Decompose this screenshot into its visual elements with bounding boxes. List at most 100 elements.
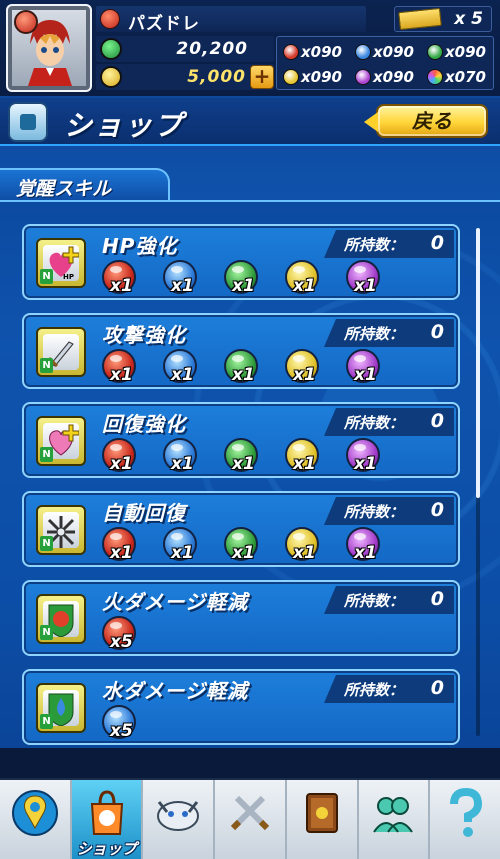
section-tab-awakening-skills[interactable]: 覚醒スキル xyxy=(0,168,170,202)
player-name-bar: パズドレ xyxy=(96,6,366,34)
bottom-nav: ショップ xyxy=(0,778,500,859)
svg-text:HP: HP xyxy=(63,273,74,281)
owned-label: 所持数： xyxy=(344,236,405,254)
skill-card[interactable]: N 回復強化 所持数： 0 x1 x1 x1 x1 x1 xyxy=(22,402,460,478)
owned-value: 0 xyxy=(430,588,444,610)
question-icon xyxy=(450,788,483,837)
section-title: 覚醒スキル xyxy=(16,178,112,200)
cost-quantity: x1 xyxy=(232,543,255,563)
skill-name: 攻撃強化 xyxy=(102,323,186,347)
coin-icon xyxy=(100,66,122,88)
rank-point-icon xyxy=(100,38,122,60)
owned-value: 0 xyxy=(430,677,444,699)
ticket-icon xyxy=(398,7,442,31)
owned-value: 0 xyxy=(430,321,444,343)
orb-count-dark: x090 xyxy=(353,66,425,88)
orb-count-value: x090 xyxy=(301,43,342,61)
cost-quantity: x1 xyxy=(293,454,316,474)
auto-heal-icon: N xyxy=(36,505,86,555)
rank-badge-icon xyxy=(14,10,38,34)
add-coins-button[interactable]: + xyxy=(250,65,274,89)
cost-light-orb: x1 xyxy=(283,438,327,478)
owned-value: 0 xyxy=(430,499,444,521)
nav-label: ショップ xyxy=(76,840,137,858)
cost-fire-orb: x1 xyxy=(100,260,144,300)
wood-orb-icon xyxy=(427,44,443,60)
nav-friends[interactable] xyxy=(359,780,431,859)
ticket-counter[interactable]: x 5 xyxy=(394,6,492,32)
scrollbar-thumb[interactable] xyxy=(476,228,480,498)
nav-help[interactable] xyxy=(430,780,500,859)
cost-quantity: x5 xyxy=(110,632,133,652)
nav-home[interactable] xyxy=(0,780,72,859)
cost-quantity: x1 xyxy=(171,365,194,385)
fire-shield-icon: N xyxy=(36,594,86,644)
orb-count-fire: x090 xyxy=(281,41,353,63)
cost-quantity: x1 xyxy=(171,276,194,296)
owned-value: 0 xyxy=(430,232,444,254)
cost-water-orb: x1 xyxy=(161,349,205,389)
skill-card[interactable]: N 水ダメージ軽減 所持数： 0 x5 xyxy=(22,669,460,745)
cost-wood-orb: x1 xyxy=(222,527,266,567)
skill-card[interactable]: HP N HP強化 所持数： 0 x1 x1 x1 x1 x1 xyxy=(22,224,460,300)
skill-card[interactable]: N 攻撃強化 所持数： 0 x1 x1 x1 x1 x1 xyxy=(22,313,460,389)
orb-count-light: x090 xyxy=(281,66,353,88)
skill-card[interactable]: N 火ダメージ軽減 所持数： 0 x5 xyxy=(22,580,460,656)
cost-quantity: x1 xyxy=(354,276,377,296)
scrollbar[interactable] xyxy=(476,228,480,736)
nav-dungeon[interactable] xyxy=(215,780,287,859)
header: パズドレ x 5 20,200 5,000 + x090 x090 x090 x090… xyxy=(0,0,500,96)
owned-label: 所持数： xyxy=(344,681,405,699)
cost-quantity: x1 xyxy=(171,454,194,474)
player-avatar[interactable] xyxy=(6,4,92,92)
skill-name: 回復強化 xyxy=(102,412,186,436)
hp-heart-icon: HP N xyxy=(36,238,86,288)
orb-count-value: x070 xyxy=(445,68,486,86)
owned-label: 所持数： xyxy=(344,503,405,521)
fire-emblem-icon xyxy=(100,9,120,29)
cost-dark-orb: x1 xyxy=(344,527,388,567)
cost-wood-orb: x1 xyxy=(222,349,266,389)
cost-dark-orb: x1 xyxy=(344,260,388,300)
cost-wood-orb: x1 xyxy=(222,260,266,300)
cost-quantity: x1 xyxy=(171,543,194,563)
cost-quantity: x1 xyxy=(110,543,133,563)
shop-bag-icon xyxy=(90,790,123,835)
sword-icon: N xyxy=(36,327,86,377)
book-icon xyxy=(305,793,338,833)
cost-quantity: x1 xyxy=(354,543,377,563)
back-button[interactable]: 戻る xyxy=(364,104,488,138)
owned-count-box: 所持数： 0 xyxy=(324,230,454,258)
cost-fire-orb: x1 xyxy=(100,438,144,478)
cost-fire-orb: x1 xyxy=(100,527,144,567)
cost-wood-orb: x1 xyxy=(222,438,266,478)
nav-monster[interactable] xyxy=(143,780,216,859)
skill-name: 火ダメージ軽減 xyxy=(102,590,248,614)
orb-count-value: x090 xyxy=(373,68,414,86)
light-orb-icon xyxy=(283,69,299,85)
nav-shop[interactable]: ショップ xyxy=(71,780,144,859)
cost-quantity: x1 xyxy=(293,365,316,385)
cost-water-orb: x1 xyxy=(161,260,205,300)
cost-quantity: x1 xyxy=(232,276,255,296)
orb-count-value: x090 xyxy=(373,43,414,61)
cost-quantity: x5 xyxy=(110,721,133,741)
cost-quantity: x1 xyxy=(293,276,316,296)
coins-value: 5,000 xyxy=(187,67,246,87)
fire-orb-icon xyxy=(283,44,299,60)
cost-water-orb: x1 xyxy=(161,438,205,478)
nav-book[interactable] xyxy=(287,780,359,859)
cost-quantity: x1 xyxy=(110,276,133,296)
cost-quantity: x1 xyxy=(232,454,255,474)
shop-icon xyxy=(8,102,48,142)
bottom-spacer xyxy=(0,748,500,778)
owned-label: 所持数： xyxy=(344,325,405,343)
cost-quantity: x1 xyxy=(293,543,316,563)
ticket-count: x 5 xyxy=(454,9,483,29)
rainbow-orb-icon xyxy=(427,69,443,85)
cost-dark-orb: x1 xyxy=(344,438,388,478)
owned-value: 0 xyxy=(430,410,444,432)
skill-card[interactable]: N 自動回復 所持数： 0 x1 x1 x1 x1 x1 xyxy=(22,491,460,567)
dragon-icon xyxy=(157,801,200,831)
cost-fire-orb: x1 xyxy=(100,349,144,389)
